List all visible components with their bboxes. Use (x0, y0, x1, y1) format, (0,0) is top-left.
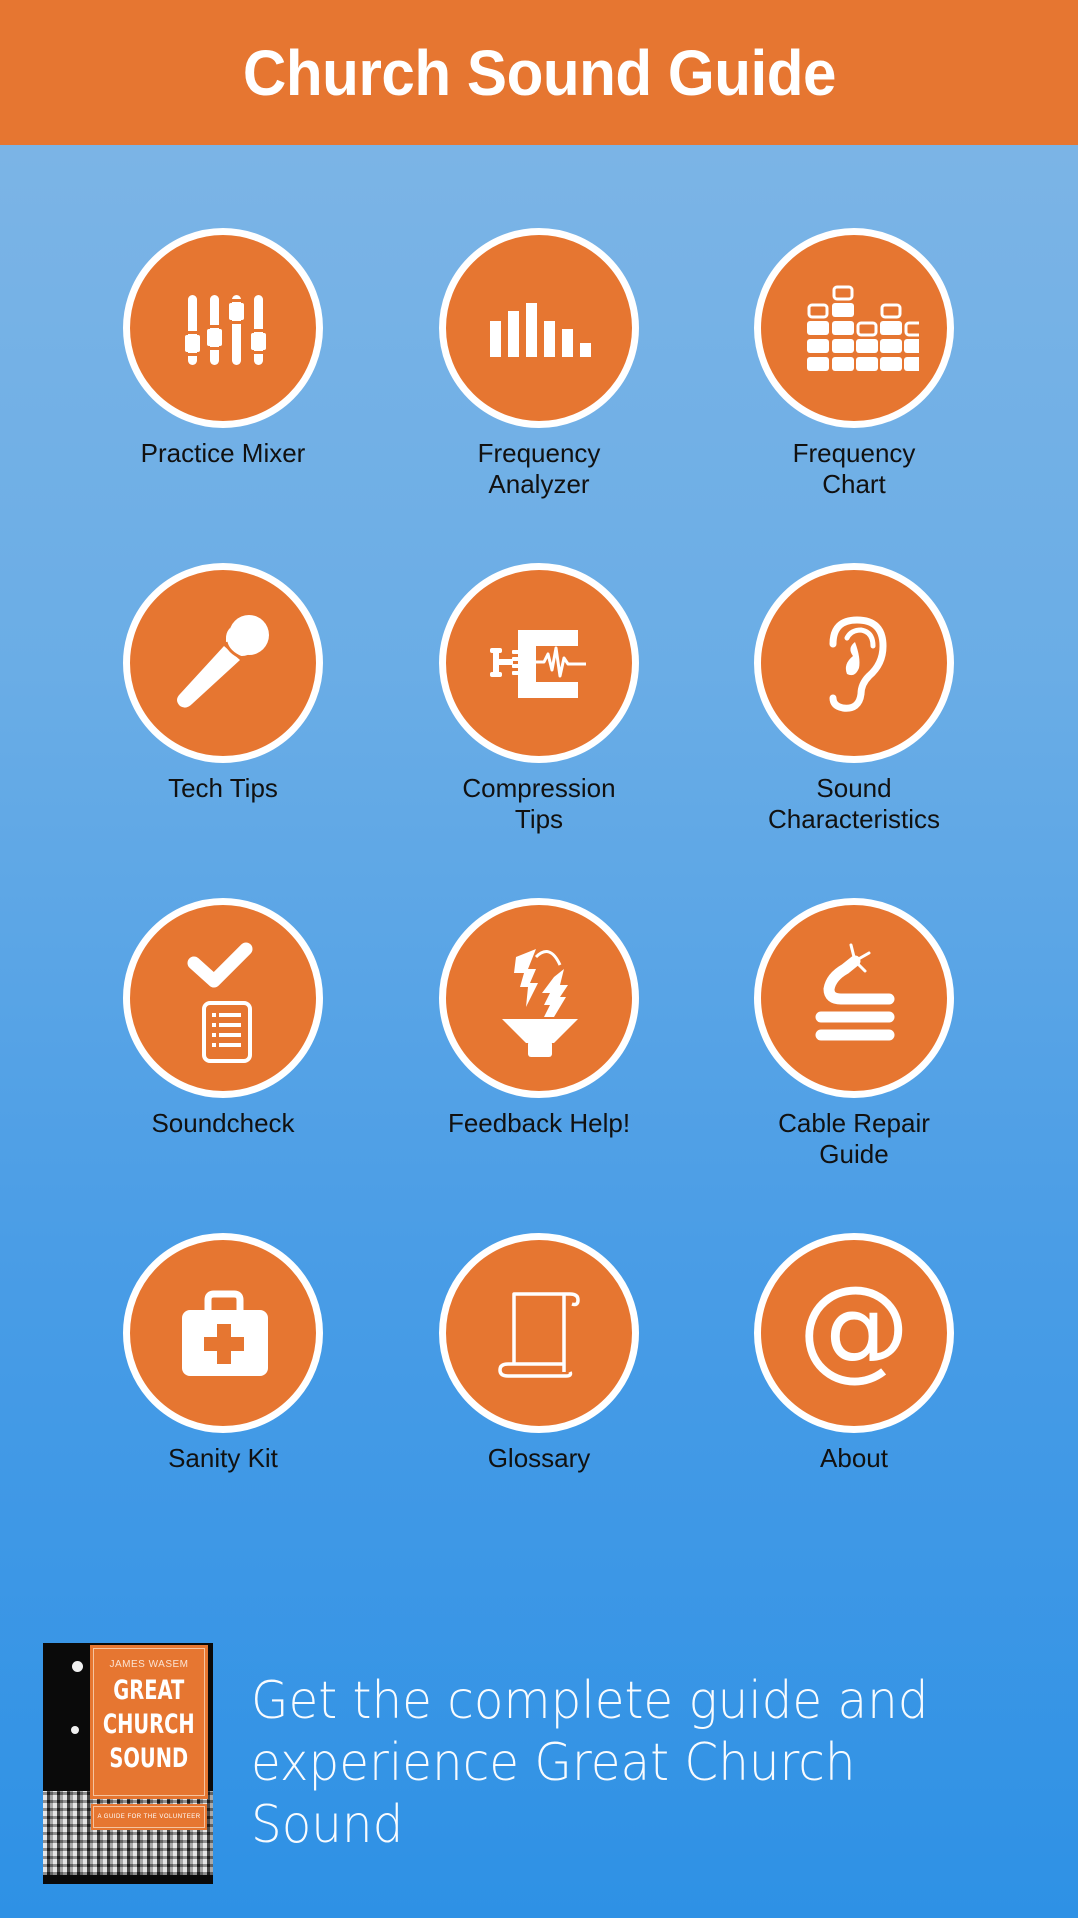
cover-decor-dot (72, 1660, 83, 1672)
menu-item-circle[interactable] (439, 898, 639, 1098)
menu-item-label: Sanity Kit (168, 1443, 278, 1473)
checklist-icon (187, 942, 253, 1063)
menu-item-frequency-analyzer[interactable]: Frequency Analyzer (379, 228, 699, 500)
menu-item-label: Cable Repair Guide (778, 1108, 930, 1169)
menu-item-label: Tech Tips (168, 773, 278, 803)
menu-item-circle[interactable] (754, 563, 954, 763)
menu-item-label: Soundcheck (151, 1108, 295, 1138)
menu-item-label: Practice Mixer (140, 438, 306, 468)
menu-item-circle[interactable] (123, 563, 323, 763)
menu-item-label: Glossary (487, 1443, 591, 1473)
menu-item-glossary[interactable]: Glossary (379, 1233, 699, 1474)
menu-item-tech-tips[interactable]: Tech Tips (63, 563, 383, 804)
svg-text:@: @ (798, 1268, 910, 1393)
at-sign-icon: @ (798, 1268, 910, 1393)
book-cover-image[interactable]: JAMES WASEM GREAT CHURCH SOUND A GUIDE F… (43, 1642, 213, 1884)
menu-item-circle[interactable] (754, 228, 954, 428)
menu-item-label: Sound Characteristics (768, 773, 940, 834)
menu-item-feedback-help[interactable]: Feedback Help! (379, 898, 699, 1139)
equalizer-blocks-icon (807, 285, 919, 371)
first-aid-kit-icon (182, 1290, 268, 1376)
menu-item-compression-tips[interactable]: Compression Tips (379, 563, 699, 835)
menu-item-label: Frequency Chart (792, 438, 916, 499)
menu-item-circle[interactable] (123, 1233, 323, 1433)
app-title: Church Sound Guide (242, 36, 836, 109)
menu-item-label: Frequency Analyzer (477, 438, 601, 499)
app-header: Church Sound Guide (0, 0, 1078, 145)
book-cover-panel: JAMES WASEM GREAT CHURCH SOUND (90, 1644, 208, 1799)
menu-item-sound-characteristics[interactable]: Sound Characteristics (694, 563, 1014, 835)
menu-item-sanity-kit[interactable]: Sanity Kit (63, 1233, 383, 1474)
compressor-clamp-icon (490, 630, 586, 698)
ear-icon (829, 616, 887, 712)
speaker-feedback-icon (502, 949, 578, 1057)
menu-item-about[interactable]: @ About (694, 1233, 1014, 1474)
book-title: GREAT CHURCH SOUND (103, 1674, 195, 1774)
book-promo-banner[interactable]: JAMES WASEM GREAT CHURCH SOUND A GUIDE F… (43, 1642, 1043, 1884)
coiled-cable-icon (815, 943, 895, 1041)
scroll-icon (498, 1292, 580, 1378)
menu-item-circle[interactable] (439, 1233, 639, 1433)
menu-item-circle[interactable] (123, 898, 323, 1098)
menu-item-soundcheck[interactable]: Soundcheck (63, 898, 383, 1139)
menu-item-circle[interactable] (754, 898, 954, 1098)
book-author: JAMES WASEM (109, 1658, 189, 1670)
book-subtitle: A GUIDE FOR THE VOLUNTEER (91, 1803, 207, 1830)
microphone-icon (177, 615, 269, 708)
menu-item-label: About (820, 1443, 888, 1473)
menu-item-frequency-chart[interactable]: Frequency Chart (694, 228, 1014, 500)
promo-text[interactable]: Get the complete guide and experience Gr… (251, 1670, 988, 1856)
menu-item-label: Compression Tips (462, 773, 616, 834)
mixer-faders-icon (185, 295, 266, 365)
menu-item-label: Feedback Help! (447, 1108, 631, 1138)
menu-item-circle[interactable]: @ (754, 1233, 954, 1433)
menu-item-cable-repair-guide[interactable]: Cable Repair Guide (694, 898, 1014, 1170)
cover-decor-dot (71, 1725, 79, 1734)
menu-item-practice-mixer[interactable]: Practice Mixer (63, 228, 383, 469)
bar-graph-icon (490, 303, 591, 357)
menu-item-circle[interactable] (439, 228, 639, 428)
menu-item-circle[interactable] (123, 228, 323, 428)
menu-item-circle[interactable] (439, 563, 639, 763)
mixing-console-photo (43, 1790, 213, 1875)
